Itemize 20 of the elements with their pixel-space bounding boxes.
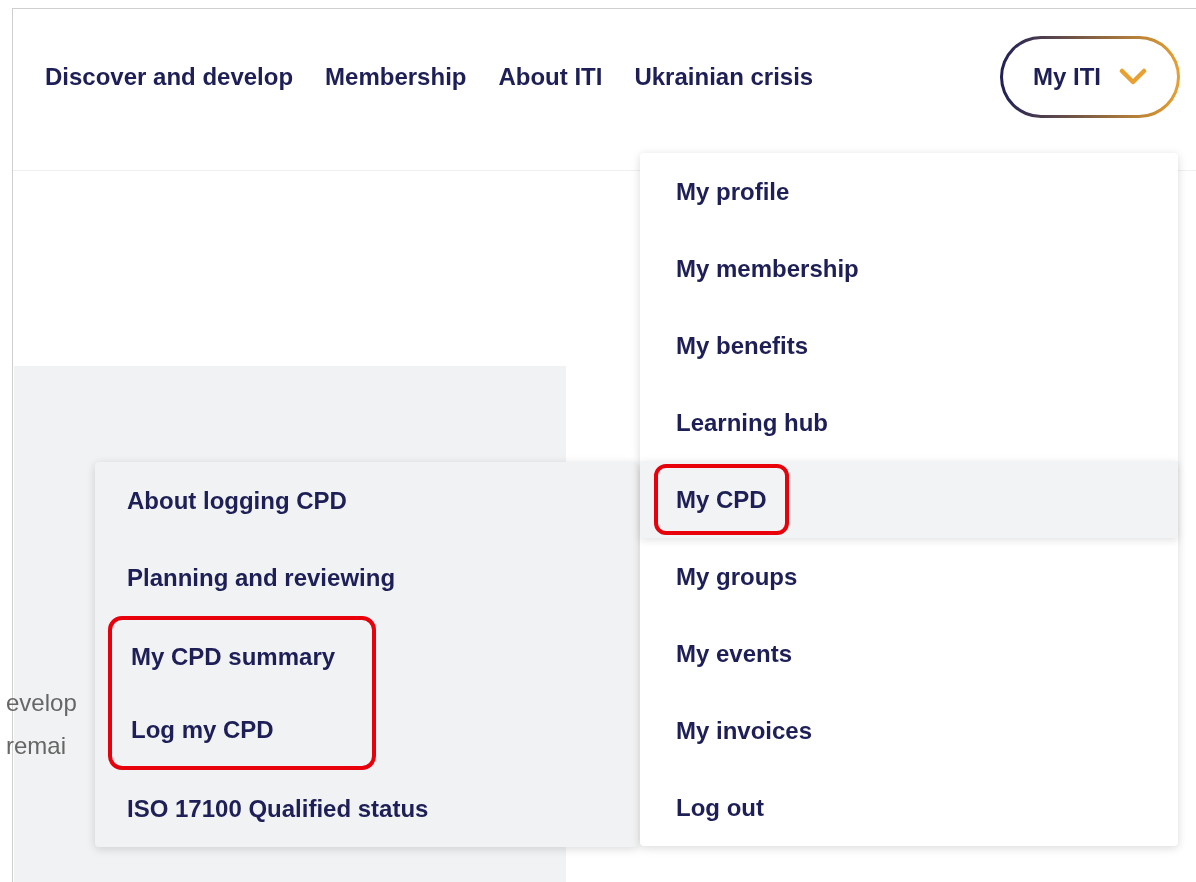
nav-link[interactable]: Ukrainian crisis [634, 62, 814, 91]
menu-item[interactable]: My profile [654, 156, 812, 227]
menu-item[interactable]: My events [654, 618, 815, 689]
menu-item[interactable]: Learning hub [654, 387, 850, 458]
submenu-item[interactable]: Planning and reviewing [123, 542, 418, 613]
submenu-item[interactable]: ISO 17100 Qualified status [123, 773, 451, 844]
submenu-item[interactable]: Log my CPD [112, 694, 296, 765]
menu-item[interactable]: My invoices [654, 695, 835, 766]
submenu-item[interactable]: My CPD summary [112, 621, 358, 692]
menu-item[interactable]: Log out [654, 772, 786, 843]
menu-item[interactable]: My groups [654, 541, 820, 612]
body-text: remai [6, 732, 66, 760]
nav-link[interactable]: About ITI [498, 62, 603, 91]
body-text: evelop [6, 689, 77, 717]
nav-link[interactable]: Discover and develop [45, 62, 294, 91]
nav-link[interactable]: Membership [325, 62, 467, 91]
menu-item[interactable]: My CPD [654, 464, 789, 535]
submenu-item[interactable]: About logging CPD [123, 465, 369, 536]
menu-item[interactable]: My benefits [654, 310, 831, 381]
menu-item[interactable]: My membership [654, 233, 881, 304]
